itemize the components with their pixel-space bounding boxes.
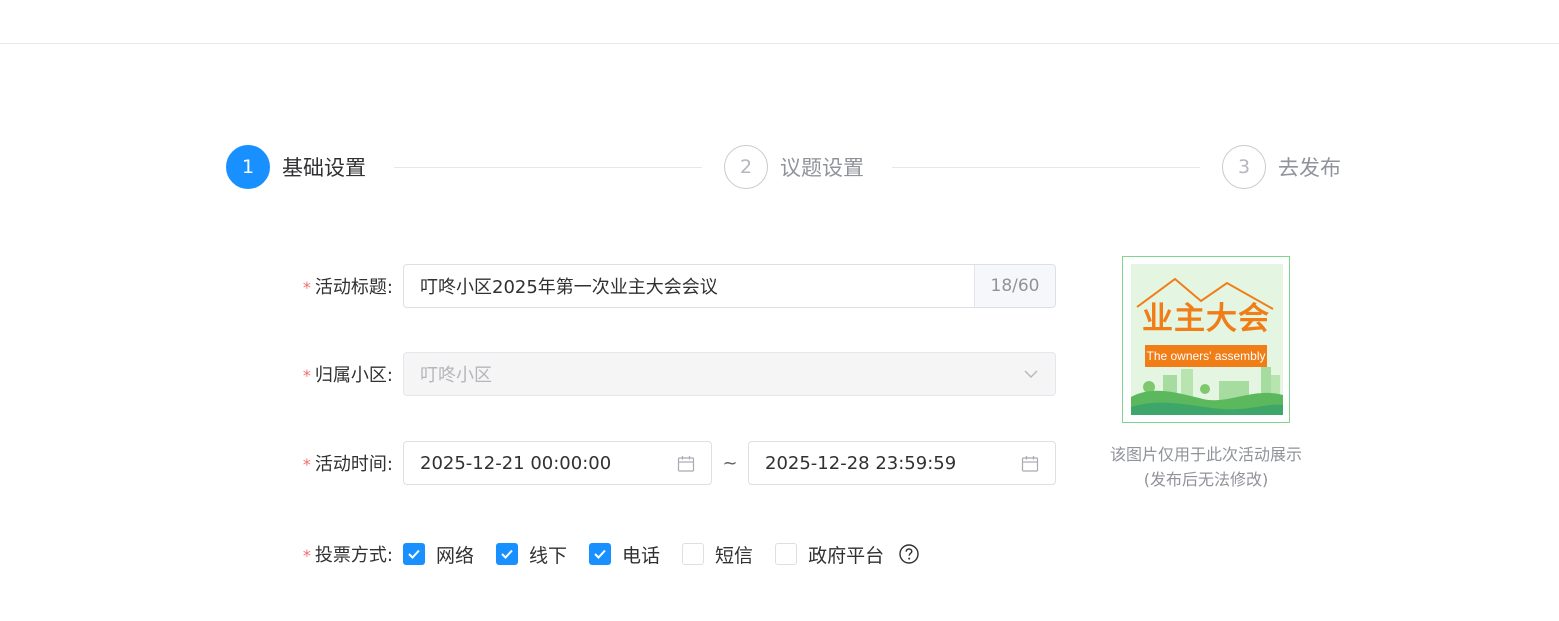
checkbox-offline[interactable]: 线下	[496, 541, 567, 568]
cover-note: 该图片仅用于此次活动展示 (发布后无法修改)	[1109, 445, 1302, 489]
start-date-picker[interactable]: 2025-12-21 00:00:00	[403, 441, 712, 485]
end-date-picker[interactable]: 2025-12-28 23:59:59	[748, 441, 1056, 485]
help-icon[interactable]	[898, 543, 920, 565]
checkbox-box[interactable]	[403, 543, 425, 565]
step-connector-2	[892, 167, 1200, 168]
steps: 1 基础设置 2 议题设置 3 去发布	[226, 144, 1366, 190]
checkbox-government-platform[interactable]: 政府平台	[775, 541, 884, 568]
owners-assembly-illustration	[1131, 264, 1283, 415]
checkbox-network[interactable]: 网络	[403, 541, 474, 568]
chevron-down-icon	[1024, 370, 1038, 378]
step-number-2: 2	[724, 145, 768, 189]
step-number-1: 1	[226, 145, 270, 189]
checkbox-phone[interactable]: 电话	[589, 541, 660, 568]
activity-title-value: 叮咚小区2025年第一次业主大会会议	[420, 277, 718, 298]
community-value: 叮咚小区	[420, 365, 492, 386]
calendar-icon	[1021, 456, 1039, 472]
title-label: * 活动标题:	[302, 277, 393, 298]
checkbox-sms[interactable]: 短信	[682, 541, 753, 568]
check-icon	[594, 549, 606, 559]
required-mark: *	[302, 278, 311, 297]
form-row-voting: * 投票方式: 网络 线下 电话 短信 政府平台	[290, 531, 920, 577]
form-row-time: * 活动时间: 2025-12-21 00:00:00 ~ 2025-12-28 …	[290, 441, 1056, 485]
char-count: 18/60	[974, 265, 1055, 307]
cover-title-en: The owners' assembly	[1145, 345, 1267, 367]
checkbox-box[interactable]	[589, 543, 612, 565]
time-label: * 活动时间:	[302, 454, 393, 475]
check-icon	[501, 549, 513, 559]
step-number-3: 3	[1222, 145, 1266, 189]
checkbox-box[interactable]	[496, 543, 519, 565]
form-row-community: * 归属小区: 叮咚小区	[290, 352, 1056, 396]
community-label: * 归属小区:	[302, 365, 393, 386]
end-date-value: 2025-12-28 23:59:59	[765, 452, 957, 474]
cover-image: 业主大会 The owners' assembly	[1122, 256, 1290, 423]
step-topic-settings[interactable]: 2 议题设置	[724, 144, 864, 190]
step-connector-1	[394, 167, 702, 168]
step-title-basic: 基础设置	[282, 156, 366, 180]
activity-title-input[interactable]: 叮咚小区2025年第一次业主大会会议 18/60	[403, 264, 1056, 308]
step-publish[interactable]: 3 去发布	[1222, 144, 1341, 190]
community-select[interactable]: 叮咚小区	[403, 352, 1056, 396]
checkbox-box[interactable]	[682, 543, 705, 565]
check-icon	[408, 549, 420, 559]
step-title-topic: 议题设置	[780, 156, 864, 180]
step-basic-settings[interactable]: 1 基础设置	[226, 144, 366, 190]
cover-title-cn: 业主大会	[1142, 301, 1270, 337]
voting-options: 网络 线下 电话 短信 政府平台	[403, 541, 920, 568]
voting-label: * 投票方式:	[302, 545, 393, 566]
step-title-publish: 去发布	[1278, 156, 1341, 180]
checkbox-box[interactable]	[775, 543, 798, 565]
form-row-title: * 活动标题: 叮咚小区2025年第一次业主大会会议 18/60	[290, 264, 1056, 308]
start-date-value: 2025-12-21 00:00:00	[420, 452, 612, 474]
calendar-icon	[677, 456, 695, 472]
range-separator: ~	[722, 452, 738, 474]
header-divider	[0, 43, 1559, 44]
